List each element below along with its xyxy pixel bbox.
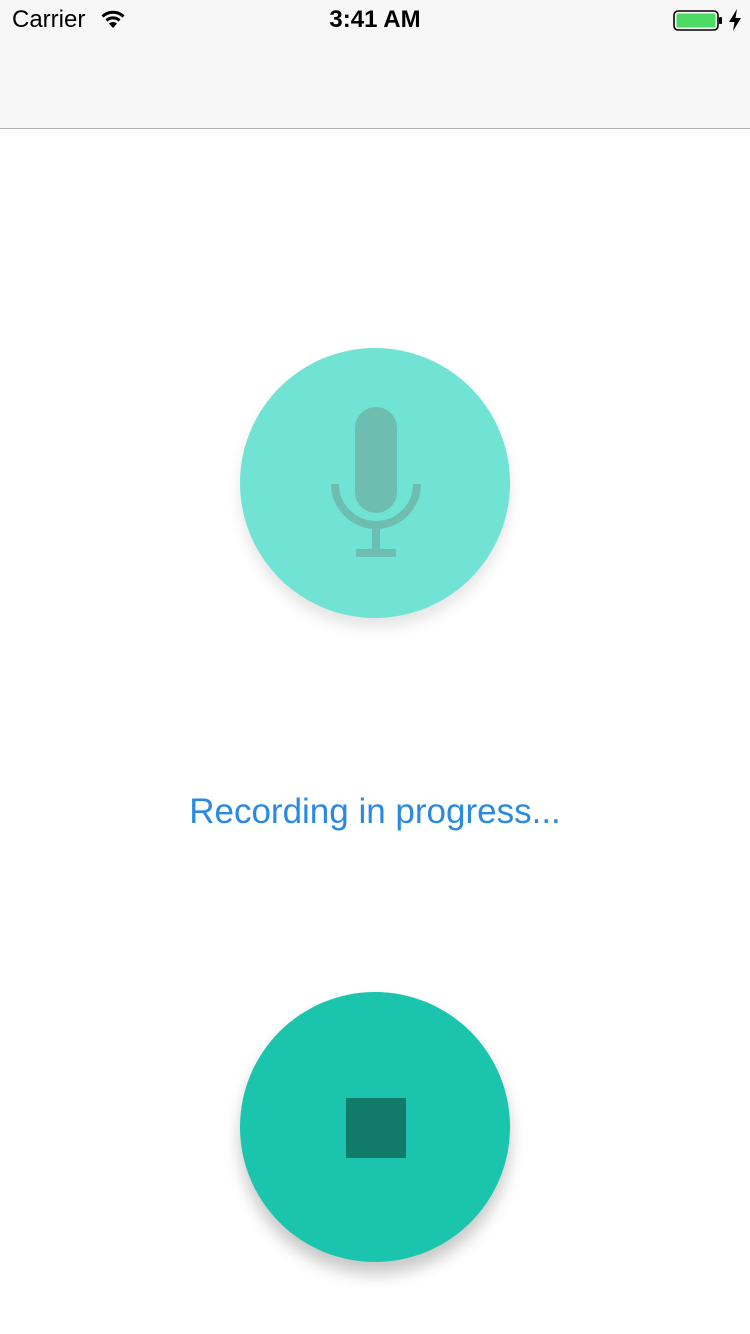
recording-screen: Carrier 3:41 AM Recording in progress...	[0, 0, 750, 1334]
status-bar: Carrier 3:41 AM	[0, 0, 750, 40]
navigation-bar	[0, 40, 750, 129]
microphone-indicator	[240, 348, 510, 618]
recording-status-text: Recording in progress...	[189, 792, 561, 831]
microphone-icon	[331, 407, 421, 557]
stop-recording-button[interactable]	[240, 992, 510, 1262]
status-time: 3:41 AM	[329, 6, 421, 33]
stop-icon	[346, 1098, 406, 1158]
battery-icon	[673, 10, 722, 31]
charging-bolt-icon	[729, 9, 741, 31]
